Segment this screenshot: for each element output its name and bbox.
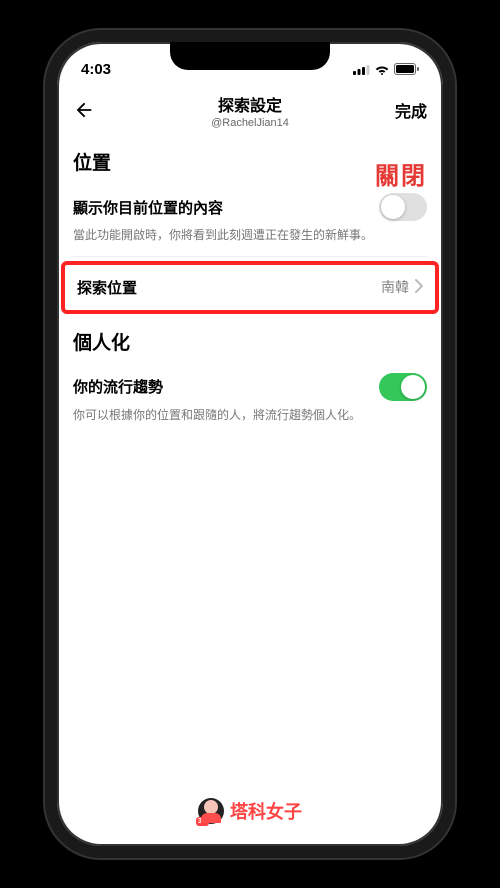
page-subtitle: @RachelJian14 xyxy=(211,117,289,129)
toggle-knob xyxy=(381,195,405,219)
section-header-location: 位置 xyxy=(73,148,427,175)
toggle-knob xyxy=(401,375,425,399)
row-show-current-location: 顯示你目前位置的內容 xyxy=(73,181,427,221)
trends-label: 你的流行趨勢 xyxy=(73,376,163,397)
watermark-text: 塔科女子 xyxy=(230,798,302,824)
watermark-avatar-icon: 3C xyxy=(198,798,224,824)
watermark-badge: 3C xyxy=(196,817,209,826)
page-title: 探索設定 xyxy=(211,92,289,116)
phone-frame: 4:03 探索設定 @RachelJian14 完成 關閉 位置 顯示你目前位置… xyxy=(45,30,455,858)
arrow-left-icon xyxy=(73,99,95,121)
explore-location-value-wrap: 南韓 xyxy=(381,277,423,297)
annotation-off-label: 關閉 xyxy=(375,156,427,191)
row-trends: 你的流行趨勢 xyxy=(73,361,427,401)
battery-icon xyxy=(394,63,419,75)
trends-desc: 你可以根據你的位置和跟隨的人，將流行趨勢個人化。 xyxy=(73,401,427,436)
notch xyxy=(170,42,330,70)
nav-bar: 探索設定 @RachelJian14 完成 xyxy=(57,86,443,134)
row-explore-location[interactable]: 探索位置 南韓 xyxy=(61,261,439,314)
explore-location-value: 南韓 xyxy=(381,277,409,297)
wifi-icon xyxy=(374,64,390,75)
status-time: 4:03 xyxy=(81,61,111,78)
nav-center: 探索設定 @RachelJian14 xyxy=(211,92,289,129)
done-button[interactable]: 完成 xyxy=(383,98,427,122)
show-current-location-label: 顯示你目前位置的內容 xyxy=(73,197,223,218)
chevron-right-icon xyxy=(415,279,423,296)
explore-location-label: 探索位置 xyxy=(77,277,137,298)
content: 關閉 位置 顯示你目前位置的內容 當此功能開啟時，你將看到此刻週遭正在發生的新鮮… xyxy=(57,148,443,436)
signal-icon xyxy=(353,64,370,75)
show-current-location-desc: 當此功能開啟時，你將看到此刻週遭正在發生的新鮮事。 xyxy=(73,221,427,257)
trends-toggle[interactable] xyxy=(379,373,427,401)
status-right xyxy=(353,63,419,75)
back-button[interactable] xyxy=(73,99,113,121)
show-current-location-toggle[interactable] xyxy=(379,193,427,221)
section-header-personalization: 個人化 xyxy=(73,328,427,355)
watermark: 3C 塔科女子 xyxy=(198,798,302,824)
